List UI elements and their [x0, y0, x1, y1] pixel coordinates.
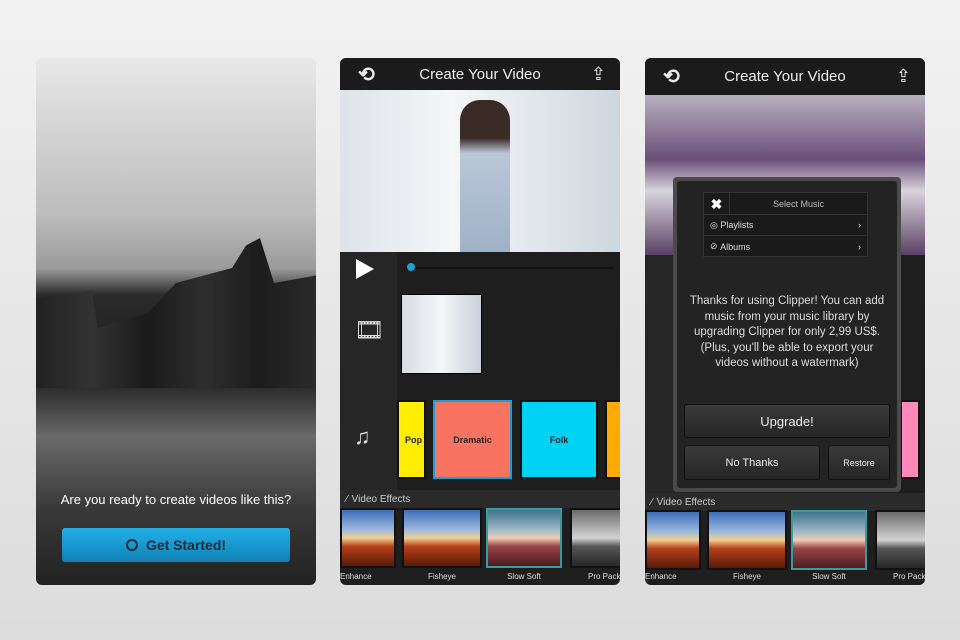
effect-fisheye[interactable] [707, 510, 787, 570]
effect-slow-soft[interactable] [791, 510, 867, 570]
effect-label: Enhance [340, 572, 372, 581]
magic-wand-icon: ⁄ [651, 496, 653, 508]
header: ⟲ Create Your Video ⇪ [340, 58, 620, 90]
no-thanks-button[interactable]: No Thanks [684, 445, 820, 480]
effects-label: Video Effects [351, 493, 411, 505]
music-tile-more[interactable] [605, 400, 620, 479]
restore-button[interactable]: Restore [828, 445, 890, 480]
music-tile-pop[interactable]: Pop [397, 400, 426, 479]
add-clip-icon[interactable]: 🎞 [354, 316, 384, 346]
effect-label: Slow Soft [812, 572, 846, 581]
music-tile[interactable] [900, 400, 920, 479]
upgrade-dialog-screen: ⟲ Create Your Video ⇪ ✖ Select Music ◎ Pl… [645, 58, 925, 585]
tool-column [340, 252, 397, 490]
effect-label: Fisheye [427, 572, 456, 581]
welcome-screen: Are you ready to create videos like this… [36, 58, 316, 585]
effect-label: Enhance [645, 572, 677, 581]
get-started-label: Get Started! [145, 537, 227, 553]
back-arrow-icon[interactable]: ⟲ [358, 62, 375, 87]
upgrade-dialog: ✖ Select Music ◎ Playlists › ⊘ Albums › Tha… [673, 177, 901, 492]
effect-slow-soft[interactable] [486, 508, 562, 568]
effect-pro-pack[interactable] [875, 510, 925, 570]
select-music-panel: ✖ Select Music ◎ Playlists › ⊘ Albums › [703, 192, 868, 257]
music-tile-folk[interactable]: Folk [520, 400, 598, 479]
play-icon[interactable] [356, 259, 374, 279]
playlists-label: Playlists [720, 220, 754, 230]
welcome-prompt: Are you ready to create videos like this… [60, 492, 292, 507]
share-icon[interactable]: ⇪ [896, 66, 911, 87]
select-music-title: Select Music [772, 199, 825, 209]
city-skyline-image [36, 238, 316, 388]
playlists-item[interactable]: ◎ Playlists › [704, 215, 867, 236]
get-started-button[interactable]: Get Started! [62, 528, 290, 562]
play-circle-icon [125, 539, 138, 551]
effects-label: Video Effects [656, 496, 716, 508]
effect-label: Pro Pack [588, 572, 620, 581]
restore-label: Restore [843, 457, 875, 468]
upgrade-message: Thanks for using Clipper! You can add mu… [689, 295, 885, 369]
timeline-scrubber[interactable] [406, 267, 614, 269]
upgrade-label: Upgrade! [760, 413, 814, 429]
music-tile-dramatic[interactable]: Dramatic [433, 400, 512, 479]
clip-thumbnail[interactable] [401, 294, 482, 374]
effect-label: Pro Pack [893, 572, 925, 581]
effect-pro-pack[interactable] [570, 508, 620, 568]
create-video-screen: ⟲ Create Your Video ⇪ 🎞 ♫ Pop Dramatic F… [340, 58, 620, 585]
albums-label: Albums [720, 241, 751, 252]
tile-label: Dramatic [453, 434, 492, 445]
add-music-icon[interactable]: ♫ [354, 424, 384, 454]
page-title: Create Your Video [419, 65, 541, 83]
effect-label: Slow Soft [507, 572, 541, 581]
albums-item[interactable]: ⊘ Albums › [704, 236, 867, 257]
video-effects-header: ⁄ Video Effects [340, 490, 620, 508]
tile-label: Pop [405, 434, 422, 445]
video-effects-header: ⁄ Video Effects [645, 493, 925, 511]
header: ⟲ Create Your Video ⇪ [645, 58, 925, 95]
share-icon[interactable]: ⇪ [591, 64, 606, 85]
chevron-right-icon: › [858, 220, 861, 230]
scrubber-handle[interactable] [407, 263, 415, 271]
page-title: Create Your Video [724, 68, 846, 85]
effect-enhance[interactable] [340, 508, 396, 568]
album-icon: ⊘ [710, 241, 718, 251]
effect-fisheye[interactable] [402, 508, 482, 568]
effect-label: Fisheye [732, 572, 761, 581]
video-preview[interactable] [340, 90, 620, 252]
magic-wand-icon: ⁄ [346, 493, 348, 505]
close-icon[interactable]: ✖ [704, 193, 730, 214]
chevron-right-icon: › [858, 241, 861, 252]
back-arrow-icon[interactable]: ⟲ [663, 64, 680, 89]
model-figure [460, 100, 510, 252]
upgrade-button[interactable]: Upgrade! [684, 404, 890, 438]
effect-enhance[interactable] [645, 510, 701, 570]
playlist-icon: ◎ [710, 219, 718, 230]
no-thanks-label: No Thanks [725, 456, 779, 469]
tile-label: Folk [549, 434, 569, 445]
